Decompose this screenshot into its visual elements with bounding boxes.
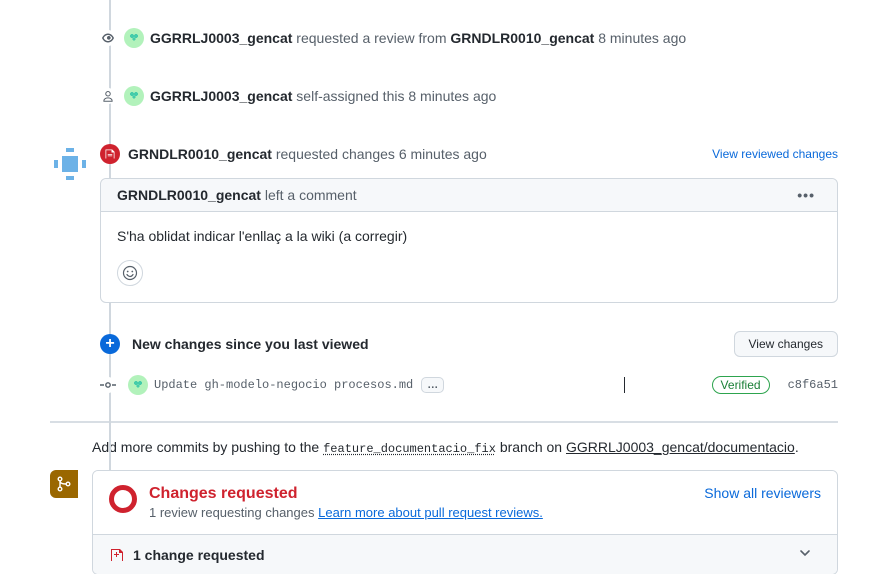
eye-icon	[100, 30, 116, 46]
changes-requested-icon	[100, 144, 120, 164]
reviewer-avatar[interactable]	[50, 144, 90, 184]
avatar	[124, 28, 144, 48]
new-changes-label: New changes since you last viewed	[132, 336, 369, 352]
avatar	[128, 375, 148, 395]
repo-link[interactable]: GGRRLJ0003_gencat/documentacio	[566, 439, 795, 455]
person-icon	[100, 88, 116, 104]
commit-expand-button[interactable]: …	[421, 377, 444, 393]
timestamp: 8 minutes ago	[408, 88, 496, 104]
commit-icon	[100, 377, 116, 393]
actor-link[interactable]: GGRRLJ0003_gencat	[150, 30, 292, 46]
avatar	[124, 86, 144, 106]
branch-name: feature_documentacio_fix	[323, 442, 496, 456]
push-hint: Add more commits by pushing to the featu…	[92, 439, 838, 456]
plus-icon: +	[100, 334, 120, 354]
timeline-event-self-assigned: GGRRLJ0003_gencat self-assigned this 8 m…	[100, 78, 838, 114]
text-cursor	[624, 377, 625, 393]
show-all-reviewers-link[interactable]: Show all reviewers	[704, 485, 821, 501]
merge-status-panel: Changes requested 1 review requesting ch…	[92, 470, 838, 574]
new-changes-row: + New changes since you last viewed View…	[100, 331, 838, 357]
learn-more-link[interactable]: Learn more about pull request reviews.	[318, 505, 543, 520]
timestamp: 6 minutes ago	[399, 146, 487, 162]
chevron-down-icon[interactable]	[797, 545, 821, 564]
timeline-event-review-requested: GGRRLJ0003_gencat requested a review fro…	[100, 20, 838, 56]
review-comment-card: GRNDLR0010_gencat left a comment ••• S'h…	[100, 178, 838, 303]
file-diff-icon	[109, 547, 125, 563]
commit-row: Update gh-modelo-negocio procesos.md … V…	[100, 369, 838, 401]
timeline-end-separator	[50, 421, 838, 423]
comment-body: S'ha oblidat indicar l'enllaç a la wiki …	[101, 212, 837, 260]
comment-actions-menu[interactable]: •••	[791, 187, 821, 203]
changes-requested-status-icon	[109, 485, 137, 513]
view-reviewed-changes-link[interactable]: View reviewed changes	[712, 147, 838, 161]
merge-status-icon	[50, 470, 78, 498]
commit-sha-link[interactable]: c8f6a51	[788, 378, 838, 392]
commit-message[interactable]: Update gh-modelo-negocio procesos.md	[154, 378, 413, 392]
status-subtitle: 1 review requesting changes Learn more a…	[149, 505, 543, 520]
timestamp: 8 minutes ago	[598, 30, 686, 46]
actor-link[interactable]: GGRRLJ0003_gencat	[150, 88, 292, 104]
verified-badge[interactable]: Verified	[712, 376, 770, 394]
status-detail-row[interactable]: 1 change requested	[93, 534, 837, 574]
reviewer-link[interactable]: GRNDLR0010_gencat	[128, 146, 272, 162]
add-reaction-button[interactable]	[117, 260, 143, 286]
comment-author[interactable]: GRNDLR0010_gencat	[117, 187, 261, 203]
status-title: Changes requested	[149, 485, 543, 503]
target-link[interactable]: GRNDLR0010_gencat	[450, 30, 594, 46]
view-changes-button[interactable]: View changes	[734, 331, 839, 357]
review-block: GRNDLR0010_gencat requested changes 6 mi…	[100, 144, 838, 303]
